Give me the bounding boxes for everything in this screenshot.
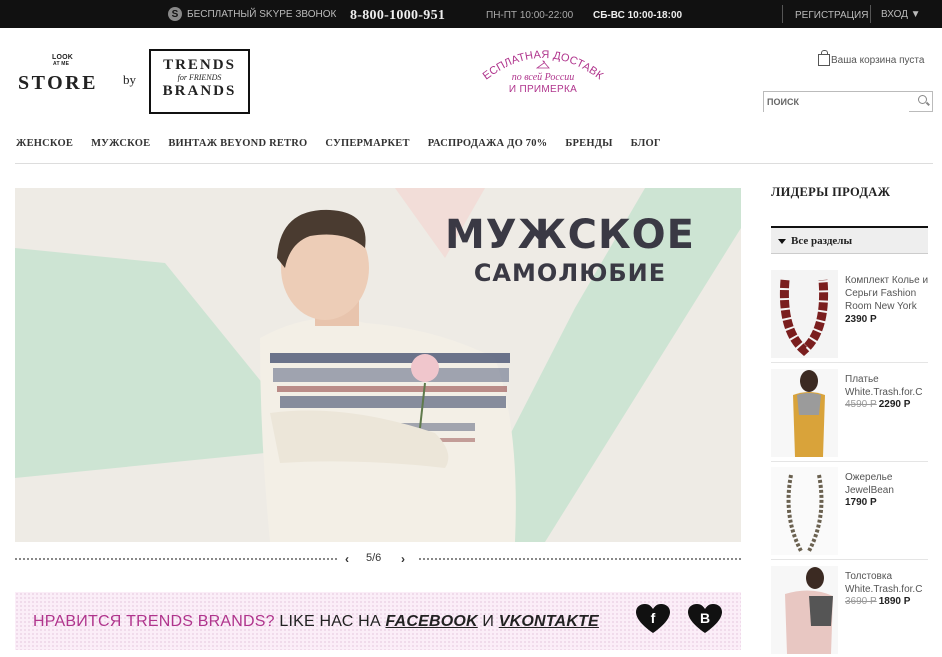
logo-small-line: AT ME xyxy=(53,61,70,67)
search-icon[interactable] xyxy=(918,95,927,104)
search-box xyxy=(763,91,933,112)
top-bar: S БЕСПЛАТНЫЙ SKYPE ЗВОНОК 8-800-1000-951… xyxy=(0,0,942,28)
login-dropdown[interactable]: ВХОД ▼ xyxy=(881,9,921,20)
logo-small-text: LOOK AT ME xyxy=(52,54,118,68)
nav-item-men[interactable]: МУЖСКОЕ xyxy=(91,138,150,149)
nav-item-supermarket[interactable]: СУПЕРМАРКЕТ xyxy=(325,138,409,149)
hours-weekdays: ПН-ПТ 10:00-22:00 xyxy=(486,10,574,21)
divider xyxy=(870,5,871,23)
cart-link[interactable]: Ваша корзина пуста xyxy=(818,49,925,66)
slide-counter: 5/6 xyxy=(366,552,382,564)
skype-icon: S xyxy=(168,7,182,21)
nav-item-brands[interactable]: БРЕНДЫ xyxy=(565,138,612,149)
slider-next-button[interactable]: › xyxy=(401,552,405,566)
necklace-chain-image xyxy=(771,467,838,555)
price-current: 1790 Р xyxy=(845,497,877,508)
product-item[interactable]: Толстовка White.Trash.for.C 3690 Р 1890 Р xyxy=(771,566,942,656)
slider-controls: ‹ 5/6 › xyxy=(15,552,741,566)
nav-item-vintage[interactable]: ВИНТАЖ BEYOND RETRO xyxy=(168,138,307,149)
product-price: 1790 Р xyxy=(845,497,877,508)
vkontakte-link[interactable]: VKONTAKTE xyxy=(499,613,599,630)
social-like-bar: НРАВИТСЯ TRENDS BRANDS? LIKE НАС НА FACE… xyxy=(15,592,741,650)
product-divider xyxy=(771,559,928,560)
skype-call-link[interactable]: S БЕСПЛАТНЫЙ SKYPE ЗВОНОК xyxy=(168,7,336,21)
slider-prev-button[interactable]: ‹ xyxy=(345,552,349,566)
sweatshirt-image xyxy=(771,566,838,654)
logo-small-line: LOOK xyxy=(52,54,74,61)
promo-banner[interactable]: МУЖСКОЕ САМОЛЮБИЕ xyxy=(15,188,741,542)
product-item[interactable]: Комплект Колье и Серьги Fashion Room New… xyxy=(771,270,942,360)
nav-item-women[interactable]: ЖЕНСКОЕ xyxy=(16,138,73,149)
triangle-down-icon xyxy=(778,239,786,244)
product-divider xyxy=(771,362,928,363)
price-old: 3690 Р xyxy=(845,596,877,607)
facebook-letter: f xyxy=(650,610,656,626)
product-price: 4590 Р 2290 Р xyxy=(845,399,910,410)
delivery-line3: И ПРИМЕРКА xyxy=(508,84,578,95)
price-old: 4590 Р xyxy=(845,399,877,410)
product-image[interactable] xyxy=(771,369,838,457)
dotted-divider xyxy=(419,558,741,560)
product-divider xyxy=(771,461,928,462)
dress-image xyxy=(771,369,838,457)
trends-logo-top: TRENDS xyxy=(163,57,236,73)
product-name[interactable]: Комплект Колье и Серьги Fashion Room New… xyxy=(845,274,942,313)
price-current: 2290 Р xyxy=(878,399,911,410)
trends-logo-bottom: BRANDS xyxy=(162,83,237,99)
logo-word: STORE xyxy=(18,72,98,94)
product-price: 2390 Р xyxy=(845,314,877,325)
main-nav: ЖЕНСКОЕ МУЖСКОЕ ВИНТАЖ BEYOND RETRO СУПЕ… xyxy=(16,138,679,149)
banner-headline: МУЖСКОЕ САМОЛЮБИЕ xyxy=(445,212,695,288)
product-image[interactable] xyxy=(771,467,838,555)
like-and: И xyxy=(477,613,499,630)
skype-label: БЕСПЛАТНЫЙ SKYPE ЗВОНОК xyxy=(187,8,337,20)
necklace-image xyxy=(771,270,838,358)
trends-logo-mid: for FRIENDS xyxy=(177,73,222,82)
search-input[interactable] xyxy=(764,92,909,112)
nav-item-sale[interactable]: РАСПРОДАЖА ДО 70% xyxy=(428,138,548,149)
product-image[interactable] xyxy=(771,566,838,654)
nav-divider xyxy=(15,163,933,164)
hours-weekend: СБ-ВС 10:00-18:00 xyxy=(593,10,683,21)
facebook-link[interactable]: FACEBOOK xyxy=(385,613,477,630)
product-name[interactable]: Толстовка White.Trash.for.C xyxy=(845,570,942,596)
delivery-line2: по всей России xyxy=(511,72,575,83)
phone-number: 8-800-1000-951 xyxy=(350,8,446,23)
product-name[interactable]: Платье White.Trash.for.C xyxy=(845,373,942,399)
free-delivery-badge[interactable]: БЕСПЛАТНАЯ ДОСТАВКА по всей России И ПРИ… xyxy=(478,44,608,104)
price-current: 2390 Р xyxy=(845,314,877,325)
hanger-icon xyxy=(536,60,550,69)
vkontakte-heart-button[interactable]: B xyxy=(688,604,722,634)
divider xyxy=(782,5,783,23)
like-text: НРАВИТСЯ TRENDS BRANDS? LIKE НАС НА FACE… xyxy=(33,613,599,631)
product-item[interactable]: Ожерелье JewelBean 1790 Р xyxy=(771,467,942,557)
register-link[interactable]: РЕГИСТРАЦИЯ xyxy=(795,10,868,21)
product-image[interactable] xyxy=(771,270,838,358)
like-question: НРАВИТСЯ TRENDS BRANDS? xyxy=(33,613,275,630)
logo-by: by xyxy=(123,72,136,87)
shopping-bag-icon xyxy=(818,49,830,66)
product-price: 3690 Р 1890 Р xyxy=(845,596,910,607)
banner-title-line2: САМОЛЮБИЕ xyxy=(473,259,667,287)
product-name[interactable]: Ожерелье JewelBean xyxy=(845,471,942,497)
category-select-label: Все разделы xyxy=(791,235,853,247)
rose-flower xyxy=(411,354,439,382)
like-middle: LIKE НАС НА xyxy=(274,613,386,630)
vkontakte-letter: B xyxy=(699,610,711,626)
dotted-divider xyxy=(15,558,337,560)
price-current: 1890 Р xyxy=(878,596,911,607)
bestsellers-title: ЛИДЕРЫ ПРОДАЖ xyxy=(771,185,891,199)
product-item[interactable]: Платье White.Trash.for.C 4590 Р 2290 Р xyxy=(771,369,942,459)
nav-item-blog[interactable]: БЛОГ xyxy=(631,138,661,149)
category-select[interactable]: Все разделы xyxy=(771,226,928,254)
facebook-heart-button[interactable]: f xyxy=(636,604,670,634)
lookatme-store-logo[interactable]: LOOK AT ME STORE xyxy=(18,54,118,95)
banner-title-line1: МУЖСКОЕ xyxy=(445,212,695,258)
cart-status: Ваша корзина пуста xyxy=(831,55,925,66)
trends-brands-logo[interactable]: TRENDS for FRIENDS BRANDS xyxy=(149,49,250,114)
